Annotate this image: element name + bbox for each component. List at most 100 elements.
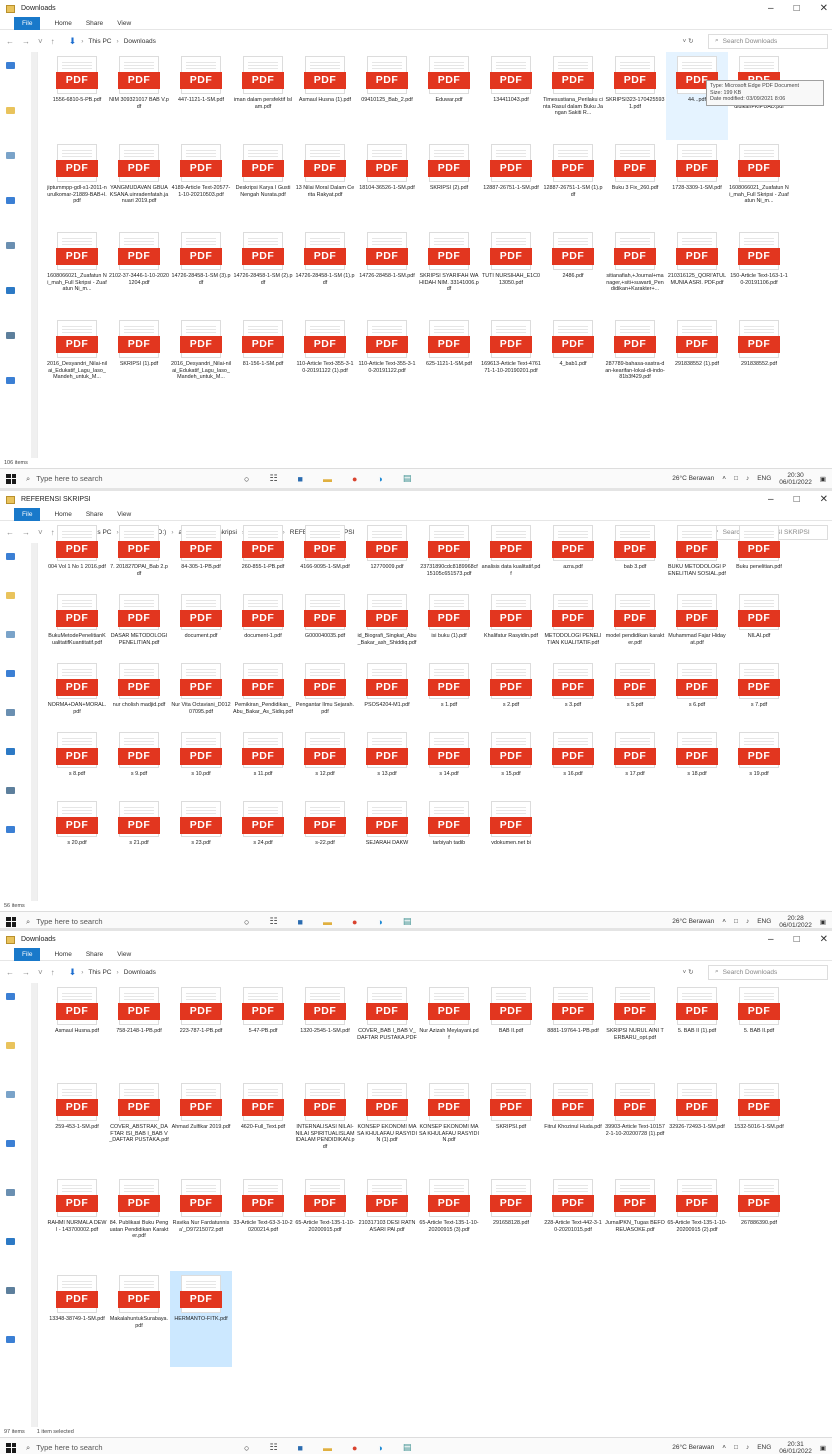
task-view-icon[interactable]: ☷ bbox=[269, 916, 277, 927]
file-item[interactable]: PDF tarbiyah tadib bbox=[418, 797, 480, 866]
file-item[interactable]: PDF s-22.pdf bbox=[294, 797, 356, 866]
pinned-app-icon[interactable]: ▤ bbox=[403, 916, 412, 927]
language-indicator[interactable]: ENG bbox=[757, 918, 771, 925]
file-item[interactable]: PDF 5. BAB II.pdf bbox=[728, 983, 790, 1079]
file-item[interactable]: PDF s 24.pdf bbox=[232, 797, 294, 866]
file-item[interactable]: PDF jiptummpp-gdl-s1-2011-nurulkomar-2188… bbox=[46, 140, 108, 228]
nav-pane-icon[interactable] bbox=[6, 748, 15, 755]
file-item[interactable]: PDF 210316125_QORI'ATUL MUNIA ASRI. PDF.p… bbox=[666, 228, 728, 316]
forward-icon[interactable]: → bbox=[22, 968, 30, 977]
weather-text[interactable]: 26°C Berawan bbox=[672, 1444, 714, 1451]
file-item[interactable]: PDF 110-Article Text-355-3-10-20191122.pd… bbox=[356, 316, 418, 404]
file-item[interactable]: PDF G000040035.pdf bbox=[294, 590, 356, 659]
clock[interactable]: 20:31 06/01/2022 bbox=[779, 1441, 812, 1454]
taskbar-search[interactable]: ⌕ Type here to search bbox=[26, 471, 216, 487]
file-item[interactable]: PDF nur cholish madjid.pdf bbox=[108, 659, 170, 728]
file-item[interactable]: PDF s 1.pdf bbox=[418, 659, 480, 728]
file-item[interactable]: PDF COVER_ABSTRAK_DAFTAR ISI_BAB I_BAB V_… bbox=[108, 1079, 170, 1175]
file-item[interactable]: PDF 4189-Article Text-20577-1-10-20210503… bbox=[170, 140, 232, 228]
file-item[interactable]: PDF s 18.pdf bbox=[666, 728, 728, 797]
language-indicator[interactable]: ENG bbox=[757, 475, 771, 482]
file-item[interactable]: PDF SKRIPSI (2).pdf bbox=[418, 140, 480, 228]
hidden-icons-chevron-icon[interactable]: ˄ bbox=[722, 918, 726, 925]
file-item[interactable]: PDF HERMANTO-FITK.pdf bbox=[170, 1271, 232, 1367]
file-item[interactable]: PDF 33-Article Text-63-3-10-20200214.pdf bbox=[232, 1175, 294, 1271]
file-item[interactable]: PDF MakalahuntukSurabaya.pdf bbox=[108, 1271, 170, 1367]
file-item[interactable]: PDF Ahmad Zulfikar 2019.pdf bbox=[170, 1079, 232, 1175]
file-item[interactable]: PDF s 19.pdf bbox=[728, 728, 790, 797]
forward-icon[interactable]: → bbox=[22, 528, 30, 537]
edge-icon[interactable]: ◑ bbox=[377, 1443, 382, 1453]
store-icon[interactable]: ■ bbox=[298, 1443, 303, 1453]
file-item[interactable]: PDF 1532-5016-1-SM.pdf bbox=[728, 1079, 790, 1175]
nav-pane-icon[interactable] bbox=[6, 1140, 15, 1147]
file-item[interactable]: PDF s 3.pdf bbox=[542, 659, 604, 728]
file-item[interactable]: PDF 14726-28458-1-SM.pdf bbox=[356, 228, 418, 316]
nav-pane-scrollbar[interactable] bbox=[31, 543, 37, 901]
file-item[interactable]: PDF 65-Article Text-135-1-10-20200915 (2)… bbox=[666, 1175, 728, 1271]
file-item[interactable]: PDF 291838552.pdf bbox=[728, 316, 790, 404]
file-item[interactable]: PDF 169613-Article Text-476171-1-10-20190… bbox=[480, 316, 542, 404]
file-item[interactable]: PDF s 20.pdf bbox=[46, 797, 108, 866]
back-icon[interactable]: ← bbox=[6, 968, 14, 977]
ribbon-tab-view[interactable]: View bbox=[117, 20, 131, 27]
file-item[interactable]: PDF 4166-9095-1-SM.pdf bbox=[294, 521, 356, 590]
notifications-icon[interactable]: ▣ bbox=[820, 1444, 826, 1452]
ribbon-tab-share[interactable]: Share bbox=[86, 951, 103, 958]
nav-pane-icon[interactable] bbox=[6, 787, 15, 794]
cortana-icon[interactable]: ○ bbox=[244, 474, 249, 484]
windows-start-icon[interactable] bbox=[6, 473, 16, 484]
file-item[interactable]: PDF 2016_Desyandri_Nilai-nilai_Edukatif_L… bbox=[46, 316, 108, 404]
nav-pane-icon[interactable] bbox=[6, 152, 15, 159]
chrome-icon[interactable]: ● bbox=[352, 1443, 357, 1453]
file-item[interactable]: PDF vdokumen.net bi bbox=[480, 797, 542, 866]
back-icon[interactable]: ← bbox=[6, 528, 14, 537]
file-item[interactable]: PDF Ravika Nur Fardatunnisa'_D97215072.pd… bbox=[170, 1175, 232, 1271]
file-item[interactable]: PDF Asmaul Husna.pdf bbox=[46, 983, 108, 1079]
file-item[interactable]: PDF Buku penelitian.pdf bbox=[728, 521, 790, 590]
file-item[interactable]: PDF 7. 201827DPAI_Bab 2.pdf bbox=[108, 521, 170, 590]
file-item[interactable]: PDF 39903-Article Text-101572-1-10-202007… bbox=[604, 1079, 666, 1175]
nav-pane-icon[interactable] bbox=[6, 826, 15, 833]
file-item[interactable]: PDF bab 3.pdf bbox=[604, 521, 666, 590]
file-item[interactable]: PDF 8881-19764-1-PB.pdf bbox=[542, 983, 604, 1079]
file-item[interactable]: PDF 110-Article Text-355-3-10-20191122 (1… bbox=[294, 316, 356, 404]
file-item[interactable]: PDF 13 Nilai Moral Dalam Cerita Rakyat.pd… bbox=[294, 140, 356, 228]
file-item[interactable]: PDF 447-1121-1-SM.pdf bbox=[170, 52, 232, 140]
file-item[interactable]: PDF 4620-Full_Text.pdf bbox=[232, 1079, 294, 1175]
file-item[interactable]: PDF s 13.pdf bbox=[356, 728, 418, 797]
file-item[interactable]: PDF Pemikiran_Pendidikan_Abu_Bakar_As_Sid… bbox=[232, 659, 294, 728]
chrome-icon[interactable]: ● bbox=[352, 474, 357, 484]
nav-pane-icon[interactable] bbox=[6, 62, 15, 69]
clock[interactable]: 20:30 06/01/2022 bbox=[779, 472, 812, 486]
file-item[interactable]: PDF s 9.pdf bbox=[108, 728, 170, 797]
file-item[interactable]: PDF 134411043.pdf bbox=[480, 52, 542, 140]
pinned-app-icon[interactable]: ▤ bbox=[403, 1442, 412, 1453]
maximize-button[interactable]: □ bbox=[794, 491, 800, 508]
file-item[interactable]: PDF 1608066021_Zuafatun Ni_mah_Full Skrip… bbox=[728, 140, 790, 228]
file-tab[interactable]: File bbox=[14, 947, 41, 961]
file-item[interactable]: PDF id_Biografi_Singkat_Abu_Bakar_ash_Shi… bbox=[356, 590, 418, 659]
file-item[interactable]: PDF KONSEP EKONOMI MASA KHULAFAU RASYIDIN… bbox=[418, 1079, 480, 1175]
volume-icon[interactable]: ♪ bbox=[746, 1444, 749, 1451]
nav-pane-scrollbar[interactable] bbox=[31, 983, 37, 1427]
up-icon[interactable]: ↑ bbox=[51, 37, 55, 46]
file-item[interactable]: PDF 13348-38749-1-SM.pdf bbox=[46, 1271, 108, 1367]
ribbon-tab-view[interactable]: View bbox=[117, 511, 131, 518]
minimize-button[interactable]: – bbox=[768, 491, 774, 508]
file-item[interactable]: PDF 84-305-1-PB.pdf bbox=[170, 521, 232, 590]
file-item[interactable]: PDF s 16.pdf bbox=[542, 728, 604, 797]
breadcrumb-item[interactable]: Downloads bbox=[124, 38, 156, 45]
recent-chevron-icon[interactable]: ˅ bbox=[38, 968, 43, 977]
ribbon-tab-home[interactable]: Home bbox=[54, 951, 71, 958]
hidden-icons-chevron-icon[interactable]: ˄ bbox=[722, 475, 726, 482]
file-item[interactable]: PDF 260-855-1-PB.pdf bbox=[232, 521, 294, 590]
file-item[interactable]: PDF 625-1121-1-SM.pdf bbox=[418, 316, 480, 404]
file-item[interactable]: PDF COVER_BAB I_BAB V_DAFTAR PUSTAKA.PDF bbox=[356, 983, 418, 1079]
file-item[interactable]: PDF SKRIPSI (1).pdf bbox=[108, 316, 170, 404]
file-item[interactable]: PDF 5. BAB II (1).pdf bbox=[666, 983, 728, 1079]
file-item[interactable]: PDF INTERNALISASI NILAI-NILAI SPIRITUALIS… bbox=[294, 1079, 356, 1175]
maximize-button[interactable]: □ bbox=[794, 931, 800, 948]
file-item[interactable]: PDF 291658128.pdf bbox=[480, 1175, 542, 1271]
chrome-icon[interactable]: ● bbox=[352, 917, 357, 927]
